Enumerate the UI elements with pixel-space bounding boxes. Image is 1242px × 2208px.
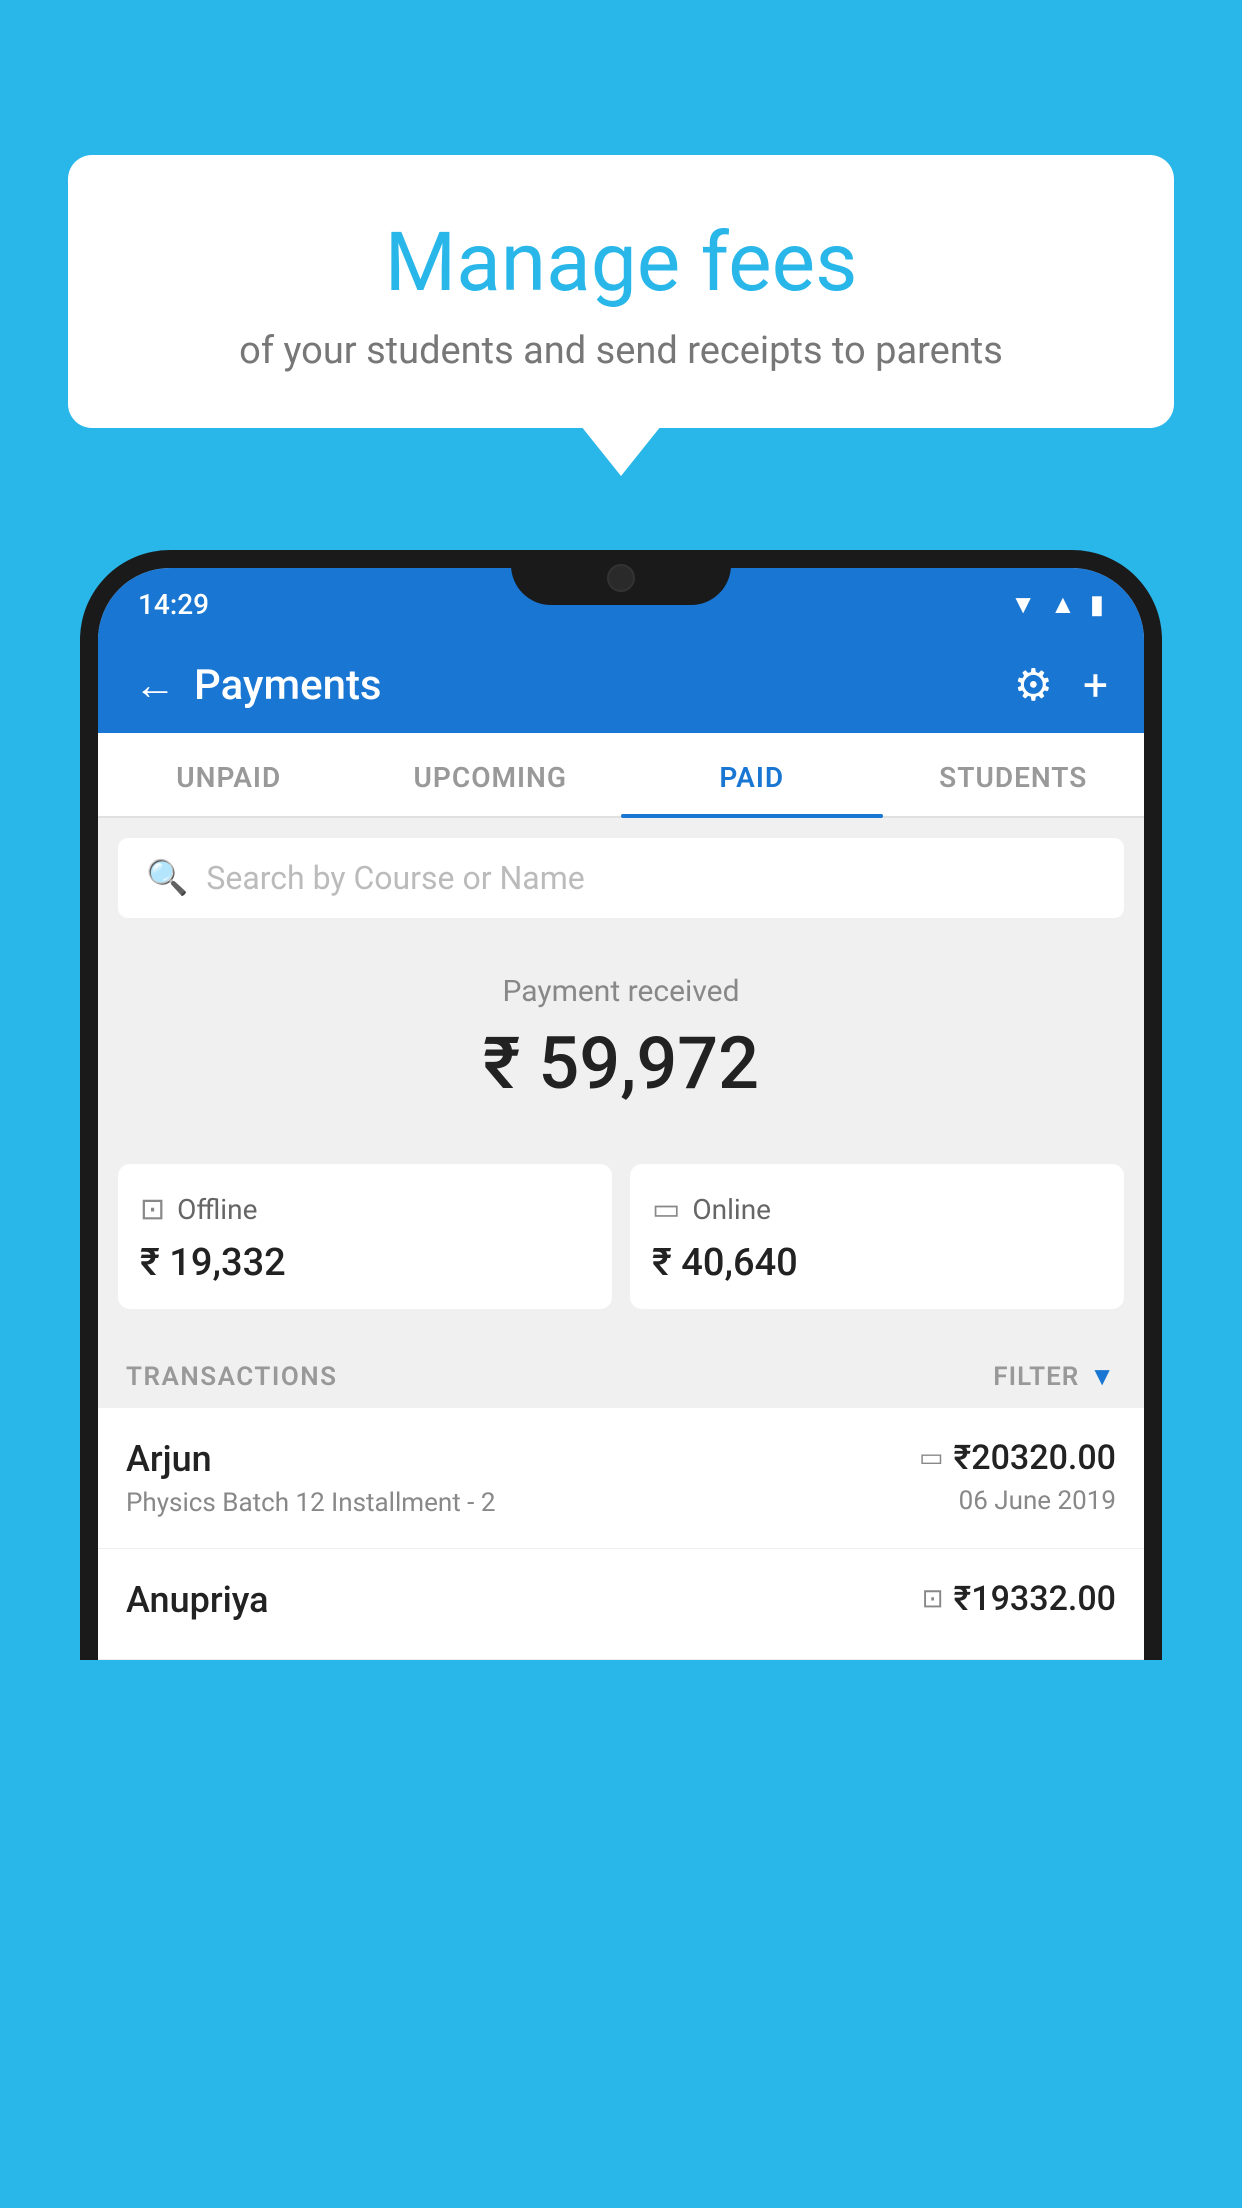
amount-row: ▭ ₹20320.00 [919,1438,1116,1478]
student-name: Arjun [126,1438,495,1480]
transaction-row[interactable]: Anupriya ⊡ ₹19332.00 [98,1549,1144,1660]
signal-icon: ▲ [1050,589,1076,620]
offline-label: Offline [177,1193,257,1226]
wifi-icon: ▼ [1010,589,1036,620]
student-name: Anupriya [126,1579,269,1621]
payment-type-icon: ▭ [919,1443,944,1473]
bubble-title: Manage fees [128,215,1114,311]
tab-unpaid[interactable]: UNPAID [98,733,360,816]
transaction-date: 06 June 2019 [919,1486,1116,1516]
filter-button[interactable]: FILTER ▼ [993,1361,1116,1392]
app-bar-title: Payments [194,661,382,710]
search-bar[interactable]: 🔍 Search by Course or Name [118,838,1124,918]
app-bar: ← Payments ⚙ + [98,637,1144,733]
transaction-left: Arjun Physics Batch 12 Installment - 2 [126,1438,495,1518]
battery-icon: ▮ [1090,590,1104,620]
filter-label: FILTER [993,1362,1079,1392]
back-button[interactable]: ← [134,661,176,710]
offline-card: ⊡ Offline ₹ 19,332 [118,1164,612,1309]
transactions-header: TRANSACTIONS FILTER ▼ [98,1337,1144,1408]
transaction-amount: ₹19332.00 [954,1579,1116,1619]
speech-bubble: Manage fees of your students and send re… [68,155,1174,428]
offline-icon: ⊡ [140,1192,165,1227]
add-icon[interactable]: + [1083,659,1108,711]
tab-upcoming[interactable]: UPCOMING [360,733,622,816]
payment-cards: ⊡ Offline ₹ 19,332 ▭ Online ₹ 40,640 [98,1164,1144,1337]
online-icon: ▭ [652,1192,680,1227]
phone-screen: 14:29 ▼ ▲ ▮ ← Payments ⚙ + [98,568,1144,1660]
app-bar-right: ⚙ + [1014,659,1108,711]
online-label: Online [692,1193,771,1226]
phone-frame: 14:29 ▼ ▲ ▮ ← Payments ⚙ + [80,550,1162,2208]
transaction-row[interactable]: Arjun Physics Batch 12 Installment - 2 ▭… [98,1408,1144,1549]
payment-total-amount: ₹ 59,972 [118,1021,1124,1106]
transaction-left: Anupriya [126,1579,269,1629]
bubble-subtitle: of your students and send receipts to pa… [128,329,1114,373]
online-card-header: ▭ Online [652,1192,1102,1227]
amount-row: ⊡ ₹19332.00 [922,1579,1116,1619]
search-icon: 🔍 [146,858,188,898]
offline-card-header: ⊡ Offline [140,1192,590,1227]
screen-content: 🔍 Search by Course or Name Payment recei… [98,838,1144,1660]
speech-bubble-container: Manage fees of your students and send re… [68,155,1174,428]
online-card: ▭ Online ₹ 40,640 [630,1164,1124,1309]
tab-students[interactable]: STUDENTS [883,733,1145,816]
phone-notch [511,550,731,605]
transaction-right: ▭ ₹20320.00 06 June 2019 [919,1438,1116,1516]
phone-camera [607,564,635,592]
payment-received-label: Payment received [118,974,1124,1009]
payment-received-section: Payment received ₹ 59,972 [98,938,1144,1164]
status-time: 14:29 [138,588,209,621]
tabs-bar: UNPAID UPCOMING PAID STUDENTS [98,733,1144,818]
tab-paid[interactable]: PAID [621,733,883,816]
online-amount: ₹ 40,640 [652,1241,1102,1285]
search-placeholder: Search by Course or Name [206,859,584,897]
offline-amount: ₹ 19,332 [140,1241,590,1285]
transactions-label: TRANSACTIONS [126,1362,338,1392]
transaction-right: ⊡ ₹19332.00 [922,1579,1116,1627]
phone-outer: 14:29 ▼ ▲ ▮ ← Payments ⚙ + [80,550,1162,1660]
transaction-amount: ₹20320.00 [954,1438,1116,1478]
app-bar-left: ← Payments [134,661,382,710]
status-icons: ▼ ▲ ▮ [1010,589,1104,620]
payment-type-icon: ⊡ [922,1584,944,1614]
course-info: Physics Batch 12 Installment - 2 [126,1488,495,1518]
filter-icon: ▼ [1089,1361,1116,1392]
settings-icon[interactable]: ⚙ [1014,659,1053,711]
